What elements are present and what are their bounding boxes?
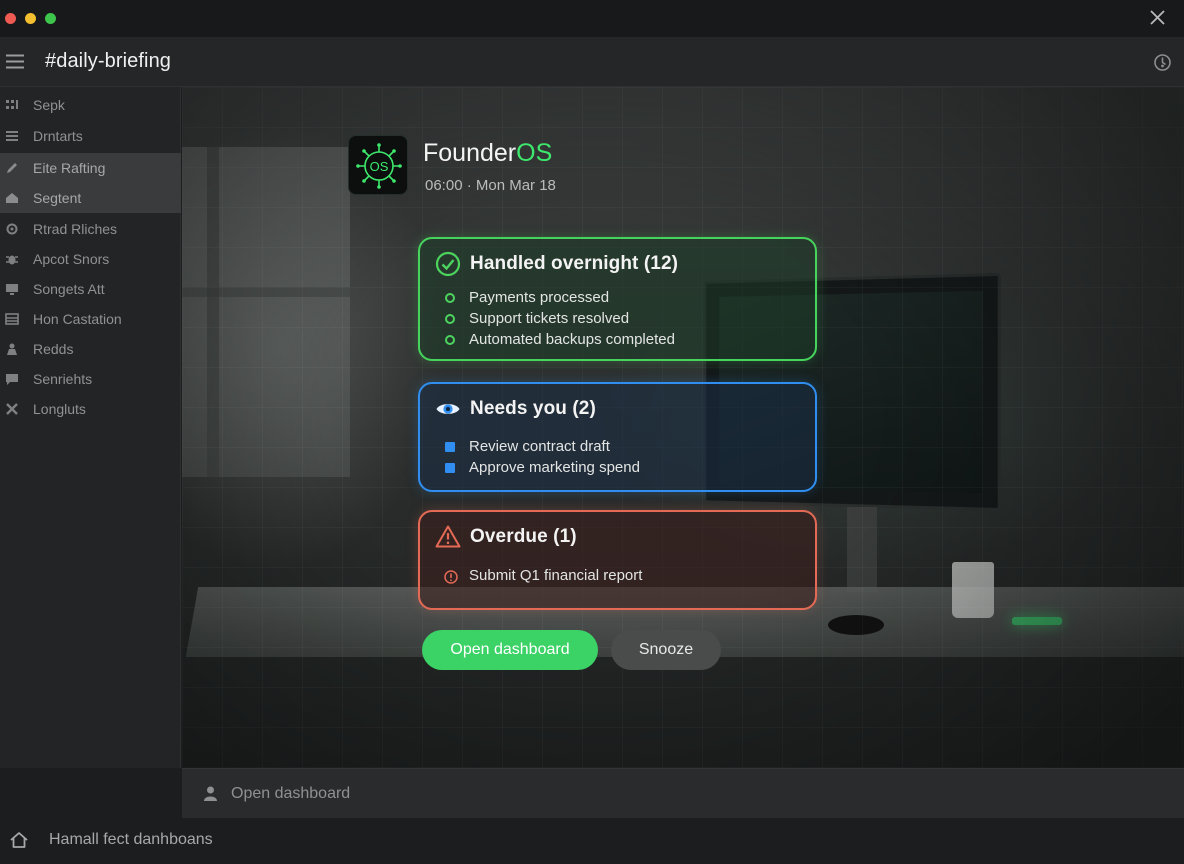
gear-icon	[5, 222, 19, 236]
message-bar[interactable]: Open dashboard	[182, 768, 1184, 818]
check-circle-icon	[435, 251, 461, 277]
channel-header: #daily-briefing	[0, 37, 1184, 87]
open-dashboard-button[interactable]: Open dashboard	[422, 630, 598, 670]
tools-icon	[5, 402, 19, 416]
needs-list: Review contract draft Approve marketing …	[444, 436, 640, 478]
card-title: Needs you (2)	[470, 398, 596, 419]
sidebar-item-senriehts[interactable]: Senriehts	[0, 364, 181, 394]
person-icon	[5, 342, 19, 356]
overdue-list: Submit Q1 financial report	[444, 565, 642, 586]
briefing-timestamp: 06:00 · Mon Mar 18	[425, 177, 556, 194]
grid-icon	[5, 98, 19, 112]
snooze-button[interactable]: Snooze	[611, 630, 721, 670]
footer-bar: Hamall fect danhboans	[0, 818, 1184, 864]
handled-overnight-card: Handled overnight (12) Payments processe…	[418, 237, 817, 361]
close-icon[interactable]	[1149, 9, 1166, 26]
channel-name: #daily-briefing	[45, 50, 172, 72]
square-bullet-icon	[445, 462, 455, 473]
warning-triangle-icon	[435, 524, 461, 550]
sidebar-item-label: Rtrad Rliches	[33, 221, 118, 237]
needs-you-card: Needs you (2) Review contract draft Appr…	[418, 382, 817, 492]
sidebar-item-label: Hon Castation	[33, 311, 122, 327]
list-item-label: Approve marketing spend	[469, 459, 640, 476]
square-bullet-icon	[445, 441, 455, 452]
footer-text: Hamall fect danhboans	[49, 831, 213, 848]
app-name: FounderOS	[423, 139, 552, 168]
table-icon	[5, 312, 19, 326]
list-item: Payments processed	[444, 287, 675, 308]
sidebar-item-segtent[interactable]: Segtent	[0, 183, 181, 213]
list-item-label: Automated backups completed	[469, 331, 675, 348]
title-bar	[0, 0, 1184, 37]
home-icon[interactable]	[9, 830, 29, 850]
sidebar-item-songets-att[interactable]: Songets Att	[0, 274, 181, 304]
sidebar-item-label: Songets Att	[33, 281, 105, 297]
home-icon	[5, 191, 19, 205]
card-header: Overdue (1)	[435, 524, 577, 550]
close-window-button[interactable]	[5, 13, 16, 24]
app-name-accent: OS	[516, 139, 553, 167]
sidebar-item-apcot-snors[interactable]: Apcot Snors	[0, 244, 181, 274]
sidebar-item-label: Drntarts	[33, 128, 83, 144]
sidebar-item-eite-rafting[interactable]: Eite Rafting	[0, 153, 181, 183]
briefing-panel: OS FounderOS 06:00 · Mon Mar 18 Handled …	[182, 87, 1184, 768]
list-item[interactable]: Submit Q1 financial report	[444, 565, 642, 586]
user-icon	[202, 785, 219, 802]
sidebar-item-label: Apcot Snors	[33, 251, 110, 267]
message-bar-text: Open dashboard	[231, 785, 351, 802]
sidebar-item-drntarts[interactable]: Drntarts	[0, 121, 181, 151]
overdue-card: Overdue (1) Submit Q1 financial report	[418, 510, 817, 610]
minimize-window-button[interactable]	[25, 13, 36, 24]
maximize-window-button[interactable]	[45, 13, 56, 24]
logo-text: OS	[370, 159, 389, 174]
list-item[interactable]: Approve marketing spend	[444, 457, 640, 478]
sidebar-item-sepk[interactable]: Sepk	[0, 90, 181, 120]
sidebar-item-rtrad-rliches[interactable]: Rtrad Rliches	[0, 214, 181, 244]
sync-icon[interactable]	[1153, 53, 1172, 72]
app-window: #daily-briefing Sepk Drntarts Eite Rafti…	[0, 0, 1184, 864]
sidebar-item-label: Redds	[33, 341, 74, 357]
ring-bullet-icon	[445, 313, 455, 324]
list-item-label: Payments processed	[469, 289, 610, 306]
card-title: Overdue (1)	[470, 526, 577, 547]
sidebar-item-redds[interactable]: Redds	[0, 334, 181, 364]
sidebar-item-label: Eite Rafting	[33, 160, 106, 176]
list-item-label: Support tickets resolved	[469, 310, 630, 327]
card-header: Needs you (2)	[435, 396, 596, 422]
alert-circle-icon	[444, 569, 458, 584]
sidebar-item-label: Longluts	[33, 401, 86, 417]
sidebar-item-hon-castation[interactable]: Hon Castation	[0, 304, 181, 334]
card-header: Handled overnight (12)	[435, 251, 678, 277]
list-item: Automated backups completed	[444, 329, 675, 350]
founderos-logo-icon: OS	[348, 135, 408, 195]
chat-icon	[5, 372, 19, 386]
list-item-label: Submit Q1 financial report	[469, 567, 643, 584]
list-icon	[5, 129, 19, 143]
sidebar-item-label: Senriehts	[33, 371, 93, 387]
eye-icon	[435, 396, 461, 422]
handled-list: Payments processed Support tickets resol…	[444, 287, 675, 350]
bug-icon	[5, 252, 19, 266]
list-item: Support tickets resolved	[444, 308, 675, 329]
list-item-label: Review contract draft	[469, 438, 610, 455]
list-item[interactable]: Review contract draft	[444, 436, 640, 457]
ring-bullet-icon	[445, 334, 455, 345]
hamburger-icon[interactable]	[6, 54, 24, 69]
sidebar-item-label: Sepk	[33, 97, 65, 113]
pencil-icon	[5, 161, 19, 175]
card-title: Handled overnight (12)	[470, 253, 679, 274]
app-name-main: Founder	[423, 139, 517, 167]
monitor-icon	[5, 282, 19, 296]
ring-bullet-icon	[445, 292, 455, 303]
sidebar-item-label: Segtent	[33, 190, 82, 206]
sidebar: Sepk Drntarts Eite Rafting Segtent Rtrad…	[0, 87, 181, 768]
sidebar-item-longluts[interactable]: Longluts	[0, 394, 181, 424]
